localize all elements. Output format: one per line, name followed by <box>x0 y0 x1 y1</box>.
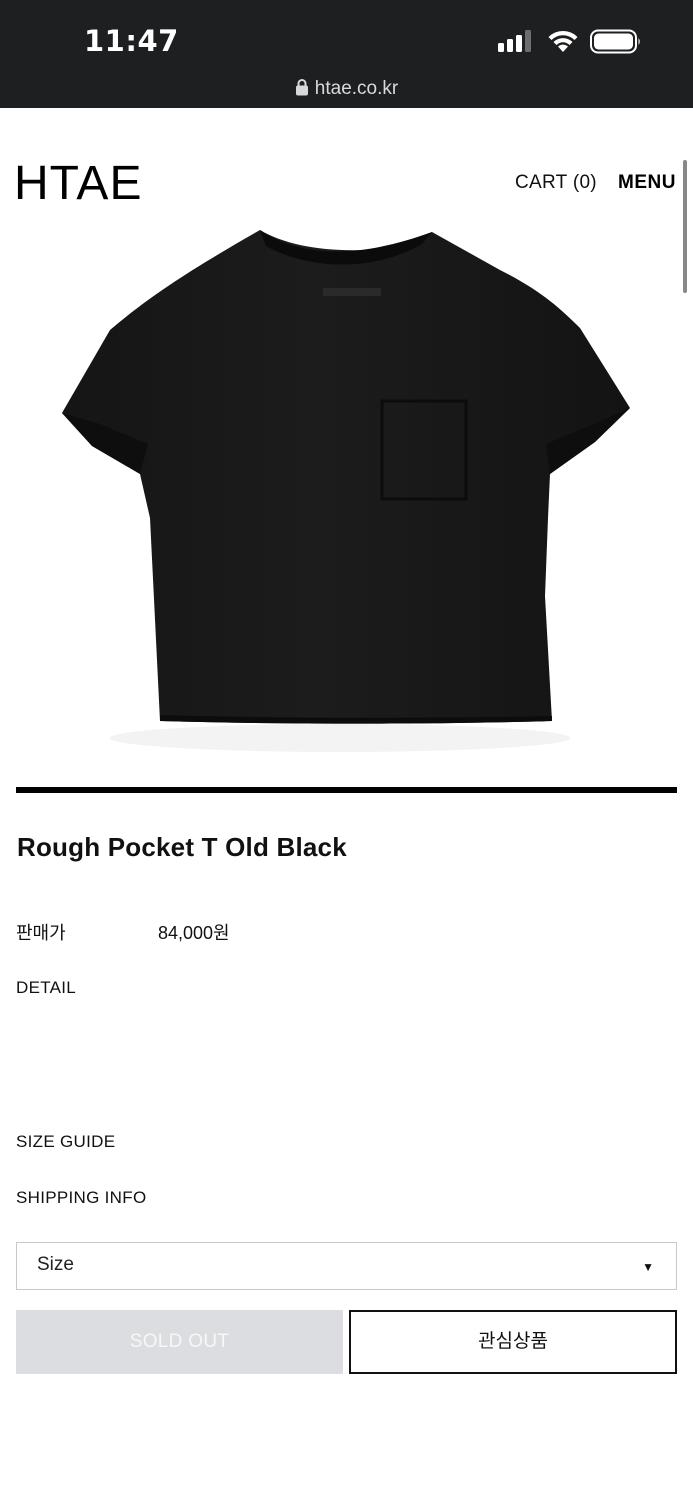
product-image <box>62 230 630 752</box>
wifi-icon <box>548 30 578 52</box>
price-label: 판매가 <box>16 923 66 943</box>
browser-status-bar: 11:47 htae.co.kr <box>0 0 693 108</box>
battery-icon <box>590 29 640 54</box>
status-time: 11:47 <box>84 24 179 58</box>
detail-link[interactable]: DETAIL <box>16 978 76 998</box>
cellular-signal-icon <box>498 30 534 52</box>
lock-icon <box>295 79 308 96</box>
address-bar[interactable]: htae.co.kr <box>0 78 693 104</box>
wishlist-button[interactable]: 관심상품 <box>349 1310 677 1374</box>
menu-button[interactable]: MENU <box>618 172 676 194</box>
size-guide-link[interactable]: SIZE GUIDE <box>16 1132 115 1152</box>
site-logo[interactable]: HTAE <box>14 158 142 210</box>
address-url: htae.co.kr <box>314 78 399 99</box>
size-select-value: Size <box>37 1254 74 1275</box>
size-select[interactable]: Size ▼ <box>16 1242 677 1290</box>
product-title: Rough Pocket T Old Black <box>17 832 347 862</box>
shipping-info-link[interactable]: SHIPPING INFO <box>16 1188 146 1208</box>
cart-link[interactable]: CART (0) <box>515 172 597 194</box>
section-divider <box>16 787 677 793</box>
sold-out-button[interactable]: SOLD OUT <box>16 1310 343 1374</box>
caret-down-icon: ▼ <box>642 1260 654 1274</box>
price-value: 84,000원 <box>158 923 230 943</box>
page-scrollbar[interactable] <box>683 160 687 293</box>
